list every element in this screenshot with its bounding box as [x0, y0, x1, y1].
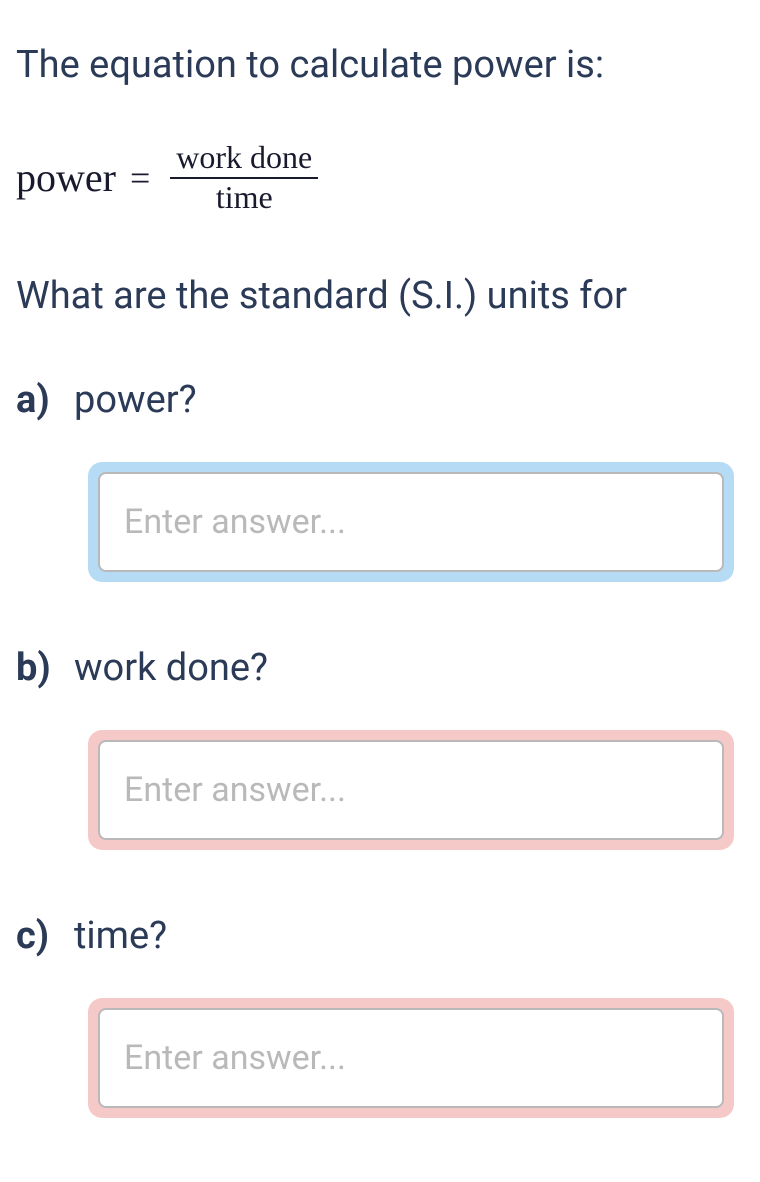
part-c-input-wrap: [88, 998, 734, 1118]
part-a-input-wrap: [88, 462, 734, 582]
part-b-input-wrap: [88, 730, 734, 850]
part-b-answer-input[interactable]: [98, 740, 724, 840]
equation-equals: =: [130, 157, 150, 199]
part-c-text: time?: [74, 914, 167, 958]
part-b: b) work done?: [16, 646, 744, 850]
equation-numerator: work done: [170, 141, 318, 179]
part-c: c) time?: [16, 914, 744, 1118]
part-b-text: work done?: [74, 646, 268, 690]
part-b-label: b): [16, 646, 74, 690]
part-a-answer-input[interactable]: [98, 472, 724, 572]
equation-denominator: time: [210, 179, 279, 215]
equation-lhs: power: [16, 154, 116, 201]
part-a-text: power?: [74, 378, 197, 422]
part-a-label: a): [16, 378, 74, 422]
part-a: a) power?: [16, 378, 744, 582]
power-equation: power = work done time: [16, 141, 744, 214]
part-c-label: c): [16, 914, 74, 958]
question-prompt: What are the standard (S.I.) units for: [16, 274, 744, 318]
intro-text: The equation to calculate power is:: [16, 40, 744, 91]
equation-fraction: work done time: [170, 141, 318, 214]
part-c-answer-input[interactable]: [98, 1008, 724, 1108]
